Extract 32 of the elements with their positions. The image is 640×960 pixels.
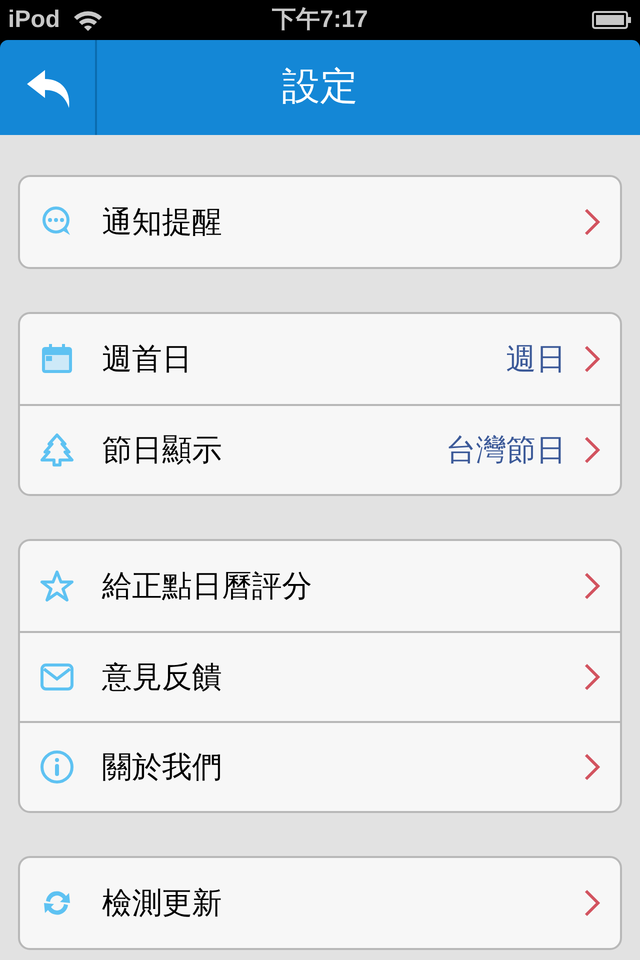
- settings-row[interactable]: 節日顯示 台灣節日: [20, 404, 620, 494]
- chevron-icon: [584, 208, 600, 236]
- row-label: 給正點日曆評分: [102, 568, 312, 604]
- settings-row[interactable]: 關於我們: [20, 721, 620, 811]
- calendar-icon: [40, 342, 74, 376]
- settings-row[interactable]: 給正點日曆評分: [20, 541, 620, 631]
- battery-icon: [592, 10, 632, 30]
- chevron-icon: [584, 436, 600, 464]
- chevron-icon: [584, 753, 600, 781]
- settings-row[interactable]: 檢測更新: [20, 858, 620, 948]
- chevron-icon: [584, 572, 600, 600]
- info-icon: [40, 750, 74, 784]
- tree-icon: [40, 433, 74, 467]
- chevron-icon: [584, 663, 600, 691]
- back-icon: [24, 68, 70, 108]
- star-icon: [40, 569, 74, 603]
- chevron-icon: [584, 889, 600, 917]
- settings-row[interactable]: 通知提醒: [20, 177, 620, 267]
- settings-row[interactable]: 意見反饋: [20, 631, 620, 721]
- settings-row[interactable]: 週首日 週日: [20, 314, 620, 404]
- row-label: 週首日: [102, 342, 192, 378]
- row-label: 節日顯示: [102, 432, 222, 468]
- row-value: 週日: [506, 342, 566, 378]
- row-label: 關於我們: [102, 750, 222, 786]
- row-value: 台灣節日: [446, 432, 566, 468]
- screen-title: 設定: [282, 65, 358, 110]
- status-time: 下午7:17: [272, 5, 368, 35]
- row-label: 意見反饋: [102, 660, 222, 696]
- chevron-icon: [584, 345, 600, 373]
- row-label: 檢測更新: [102, 886, 222, 922]
- carrier-name: iPod: [8, 5, 60, 35]
- row-label: 通知提醒: [102, 204, 222, 240]
